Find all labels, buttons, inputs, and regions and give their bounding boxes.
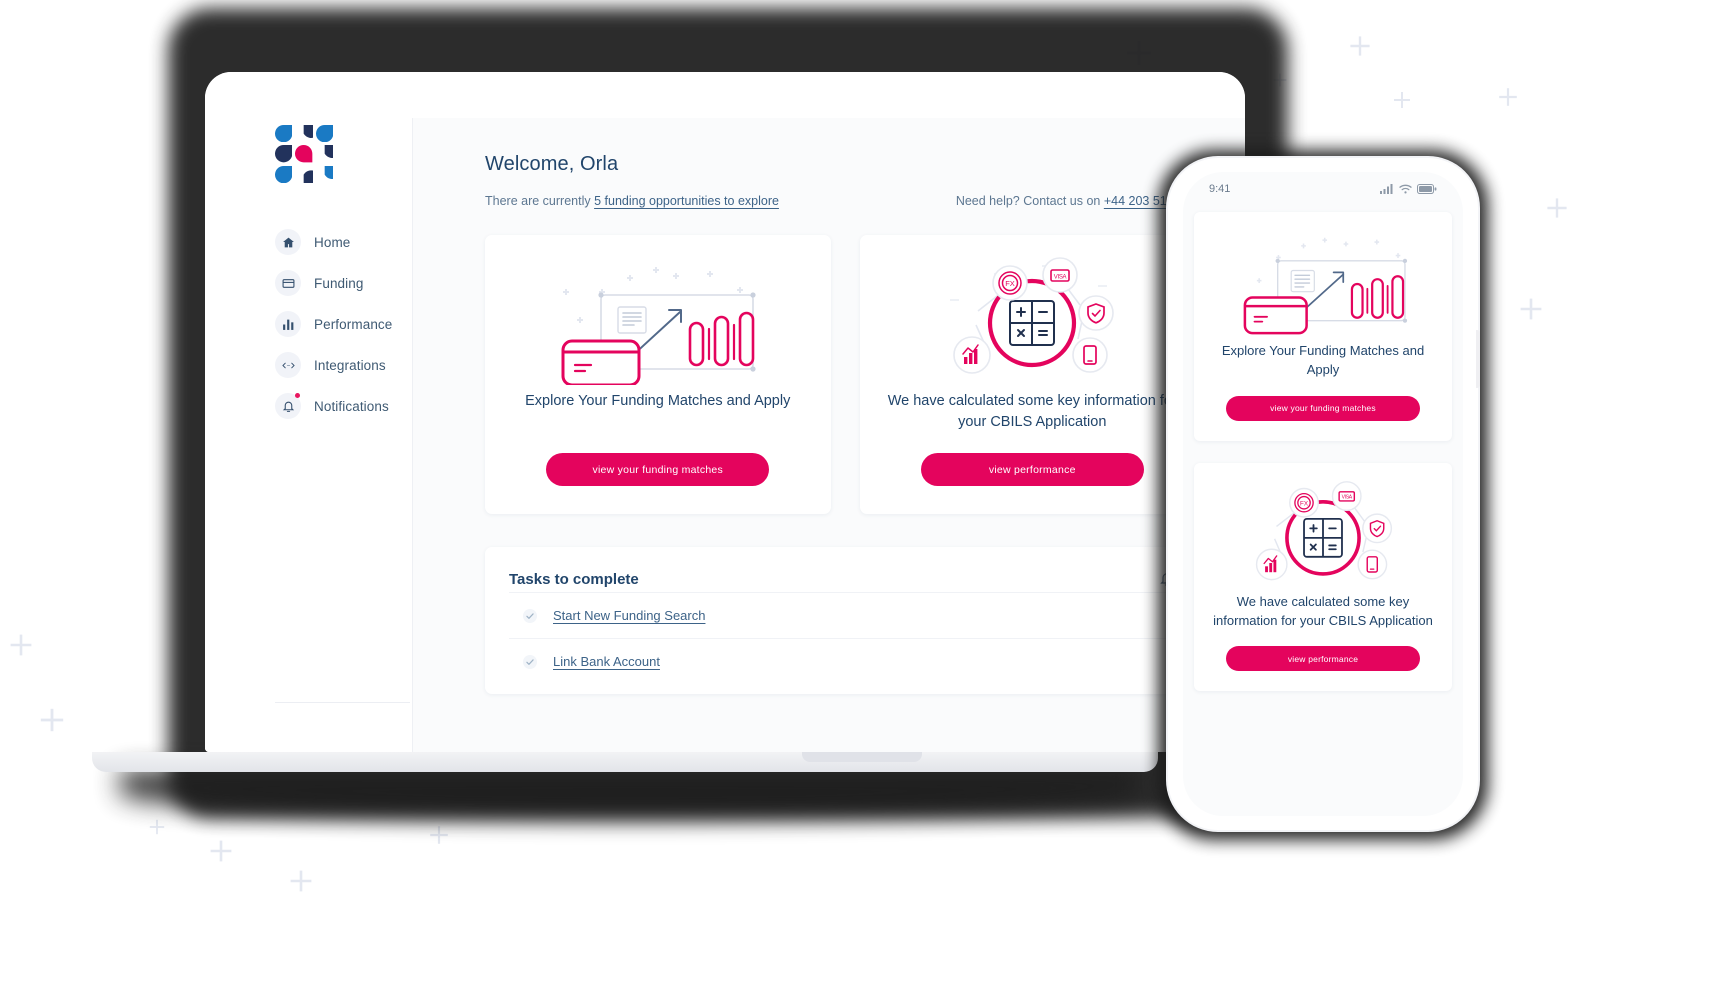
phone-status-bar: 9:41 bbox=[1183, 172, 1463, 206]
phone-screen: 9:41 Explore Your Funding Matches and Ap… bbox=[1183, 172, 1463, 816]
sidebar-item-integrations[interactable]: Integrations bbox=[275, 350, 412, 380]
sidebar-item-label: Performance bbox=[314, 316, 393, 332]
calculator-network-illustration: FX VISA bbox=[1233, 480, 1413, 589]
code-brackets-icon bbox=[275, 352, 301, 378]
check-icon bbox=[523, 608, 537, 623]
laptop-base bbox=[92, 752, 1158, 772]
sidebar-nav: Home Funding Performance Integrations No… bbox=[275, 227, 412, 421]
sidebar-divider bbox=[275, 702, 410, 703]
subtitle-row: There are currently 5 funding opportunit… bbox=[485, 194, 1205, 208]
phone-view-funding-matches-button[interactable]: view your funding matches bbox=[1226, 395, 1420, 421]
task-link[interactable]: Link Bank Account bbox=[553, 654, 660, 669]
plus-icon bbox=[1348, 34, 1372, 58]
svg-text:VISA: VISA bbox=[1342, 494, 1353, 500]
bar-chart-icon bbox=[275, 311, 301, 337]
battery-icon bbox=[1417, 184, 1437, 194]
sidebar-item-funding[interactable]: Funding bbox=[275, 268, 412, 298]
laptop-screen: Home Funding Performance Integrations No… bbox=[205, 72, 1245, 752]
plus-icon bbox=[1545, 196, 1569, 220]
phone-side-button[interactable] bbox=[1476, 330, 1480, 388]
plus-icon bbox=[288, 868, 314, 894]
logo-tile-8 bbox=[295, 170, 313, 183]
home-icon bbox=[275, 229, 301, 255]
wifi-icon bbox=[1399, 184, 1412, 194]
screenshot-root: Home Funding Performance Integrations No… bbox=[0, 0, 1724, 983]
card-icon bbox=[275, 270, 301, 296]
sidebar-item-label: Funding bbox=[314, 275, 364, 291]
status-time: 9:41 bbox=[1209, 183, 1231, 195]
svg-text:VISA: VISA bbox=[1054, 275, 1067, 281]
task-link[interactable]: Start New Funding Search bbox=[553, 608, 705, 623]
phone-card-title: We have calculated some key information … bbox=[1213, 593, 1433, 628]
sidebar-item-label: Home bbox=[314, 234, 351, 250]
laptop-base-notch bbox=[802, 752, 922, 762]
check-icon bbox=[523, 654, 537, 669]
tasks-card: Tasks to complete Start New Funding Sear… bbox=[485, 547, 1205, 694]
plus-icon bbox=[1392, 90, 1412, 110]
funding-opportunities-link[interactable]: 5 funding opportunities to explore bbox=[594, 194, 779, 208]
company-logo bbox=[275, 125, 333, 183]
view-performance-button[interactable]: view performance bbox=[920, 453, 1144, 486]
logo-tile-1 bbox=[275, 125, 293, 143]
plus-icon bbox=[8, 632, 34, 658]
calculator-network-illustration: FX VISA bbox=[932, 257, 1132, 379]
task-row[interactable]: Link Bank Account bbox=[509, 638, 1175, 684]
logo-tile-9 bbox=[315, 165, 333, 179]
sidebar: Home Funding Performance Integrations No… bbox=[205, 118, 412, 752]
phone-card-title: Explore Your Funding Matches and Apply bbox=[1221, 343, 1425, 377]
phone-cbils-information-card: FX VISA We have calculated some key info… bbox=[1194, 462, 1452, 692]
signal-icon bbox=[1380, 184, 1393, 194]
phone-view-performance-button[interactable]: view performance bbox=[1226, 646, 1420, 672]
sidebar-item-notifications[interactable]: Notifications bbox=[275, 391, 412, 421]
logo-tile-2 bbox=[295, 125, 313, 138]
logo-tile-5 bbox=[295, 145, 313, 163]
sidebar-item-label: Integrations bbox=[314, 357, 386, 373]
help-prefix: Need help? Contact us on bbox=[955, 194, 1101, 208]
chart-and-card-illustration bbox=[543, 261, 773, 385]
plus-icon bbox=[428, 824, 450, 846]
logo-tile-3 bbox=[315, 125, 333, 143]
sidebar-item-performance[interactable]: Performance bbox=[275, 309, 412, 339]
logo-tile-6 bbox=[315, 145, 333, 159]
plus-icon bbox=[208, 838, 234, 864]
view-funding-matches-button[interactable]: view your funding matches bbox=[546, 453, 770, 486]
card-title: We have calculated some key information … bbox=[887, 393, 1177, 431]
subtitle-prefix: There are currently bbox=[485, 194, 591, 208]
phone-funding-matches-card: Explore Your Funding Matches and Apply v… bbox=[1194, 212, 1452, 441]
tasks-title: Tasks to complete bbox=[509, 571, 639, 588]
plus-icon bbox=[148, 818, 166, 836]
logo-tile-7 bbox=[275, 165, 293, 183]
svg-text:FX: FX bbox=[1005, 279, 1015, 288]
notification-badge bbox=[295, 393, 300, 398]
laptop-base-shadow bbox=[120, 770, 1140, 816]
logo-tile-4 bbox=[275, 145, 293, 163]
plus-icon bbox=[1497, 86, 1519, 108]
feature-cards: Explore Your Funding Matches and Apply v… bbox=[485, 235, 1205, 514]
task-row[interactable]: Start New Funding Search bbox=[509, 592, 1175, 638]
sidebar-item-home[interactable]: Home bbox=[275, 227, 412, 257]
card-title: Explore Your Funding Matches and Apply bbox=[525, 393, 791, 409]
funding-opportunities-text: There are currently 5 funding opportunit… bbox=[485, 194, 779, 208]
cbils-information-card: FX VISA We have calculated some key info… bbox=[859, 235, 1205, 514]
bell-icon bbox=[275, 393, 301, 419]
plus-icon bbox=[38, 706, 66, 734]
sidebar-item-label: Notifications bbox=[314, 398, 389, 414]
funding-matches-card: Explore Your Funding Matches and Apply v… bbox=[485, 235, 831, 514]
plus-icon bbox=[1518, 296, 1544, 322]
main-content: Welcome, Orla There are currently 5 fund… bbox=[412, 118, 1245, 752]
svg-text:FX: FX bbox=[1300, 500, 1309, 507]
chart-and-card-illustration bbox=[1228, 230, 1418, 338]
page-title: Welcome, Orla bbox=[485, 153, 619, 175]
